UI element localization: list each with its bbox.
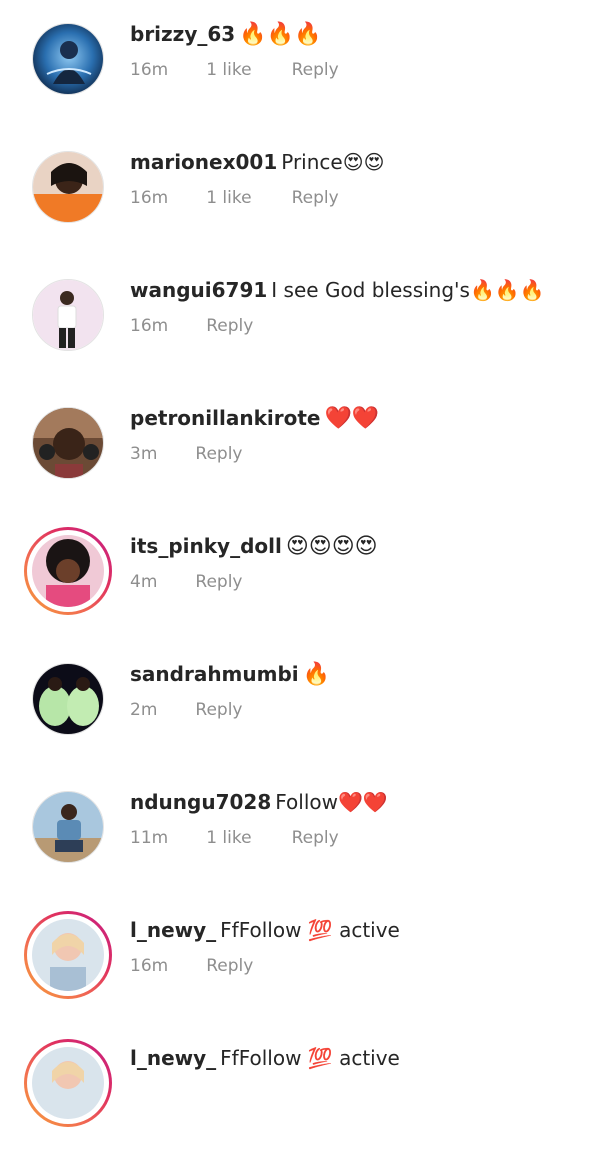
comment-text-line: l_newy_ FfFollow 💯 active — [130, 1044, 400, 1072]
comment-text-line: l_newy_ FfFollow 💯 active — [130, 916, 400, 944]
comment-item: l_newy_ FfFollow 💯 active 16m Reply — [0, 896, 601, 1024]
comment-item: ndungu7028 Follow❤️❤️ 11m 1 like Reply — [0, 768, 601, 896]
comment-username[interactable]: sandrahmumbi — [130, 662, 299, 686]
comment-username[interactable]: l_newy_ — [130, 918, 216, 942]
comment-likes[interactable]: 1 like — [206, 188, 251, 208]
comment-text-line: brizzy_63 🔥🔥🔥 — [130, 20, 321, 49]
comment-body: ❤️❤️ — [324, 406, 380, 431]
comment-username[interactable]: wangui6791 — [130, 278, 267, 302]
comment-time: 16m — [130, 316, 169, 336]
comment-text-line: its_pinky_doll 😍😍😍😍 — [130, 532, 378, 561]
comment-body: 😍😍😍😍 — [285, 534, 378, 559]
comment-likes[interactable]: 1 like — [206, 828, 251, 848]
comment-item: brizzy_63 🔥🔥🔥 16m 1 like Reply — [0, 0, 601, 128]
avatar[interactable] — [24, 911, 112, 999]
story-ring — [24, 527, 112, 615]
reply-button[interactable]: Reply — [292, 60, 339, 80]
reply-button[interactable]: Reply — [206, 956, 253, 976]
story-ring — [24, 1039, 112, 1127]
comment-meta: 16m Reply — [130, 316, 253, 336]
comment-username[interactable]: brizzy_63 — [130, 22, 235, 46]
comment-username[interactable]: ndungu7028 — [130, 790, 271, 814]
comment-body: Prince😍😍 — [281, 150, 385, 174]
comment-username[interactable]: petronillankirote — [130, 406, 320, 430]
avatar[interactable] — [32, 663, 104, 735]
comment-time: 3m — [130, 444, 158, 464]
comment-likes[interactable]: 1 like — [206, 60, 251, 80]
avatar[interactable] — [32, 23, 104, 95]
reply-button[interactable]: Reply — [195, 700, 242, 720]
comment-time: 16m — [130, 60, 169, 80]
comment-item: l_newy_ FfFollow 💯 active — [0, 1024, 601, 1152]
comment-username[interactable]: its_pinky_doll — [130, 534, 282, 558]
reply-button[interactable]: Reply — [195, 444, 242, 464]
comment-item: marionex001 Prince😍😍 16m 1 like Reply — [0, 128, 601, 256]
comment-body: I see God blessing's🔥🔥🔥 — [271, 278, 545, 302]
comment-item: wangui6791 I see God blessing's🔥🔥🔥 16m Rep… — [0, 256, 601, 384]
comment-meta: 16m 1 like Reply — [130, 188, 339, 208]
comment-body: FfFollow 💯 active — [220, 918, 400, 942]
avatar[interactable] — [32, 407, 104, 479]
reply-button[interactable]: Reply — [195, 572, 242, 592]
avatar[interactable] — [24, 527, 112, 615]
comment-text-line: wangui6791 I see God blessing's🔥🔥🔥 — [130, 276, 545, 304]
avatar[interactable] — [32, 151, 104, 223]
comment-username[interactable]: marionex001 — [130, 150, 277, 174]
comment-time: 4m — [130, 572, 158, 592]
comment-time: 11m — [130, 828, 169, 848]
comment-meta: 16m Reply — [130, 956, 253, 976]
comment-meta: 16m 1 like Reply — [130, 60, 339, 80]
comment-body: FfFollow 💯 active — [220, 1046, 400, 1070]
comment-time: 16m — [130, 956, 169, 976]
comment-time: 2m — [130, 700, 158, 720]
comment-meta: 3m Reply — [130, 444, 242, 464]
avatar[interactable] — [24, 1039, 112, 1127]
comment-item: its_pinky_doll 😍😍😍😍 4m Reply — [0, 512, 601, 640]
reply-button[interactable]: Reply — [292, 828, 339, 848]
comment-item: petronillankirote ❤️❤️ 3m Reply — [0, 384, 601, 512]
comment-body: Follow❤️❤️ — [275, 790, 388, 814]
comment-item: sandrahmumbi 🔥 2m Reply — [0, 640, 601, 768]
comment-meta: 4m Reply — [130, 572, 242, 592]
avatar[interactable] — [32, 279, 104, 351]
avatar[interactable] — [32, 791, 104, 863]
comment-time: 16m — [130, 188, 169, 208]
comment-text-line: sandrahmumbi 🔥 — [130, 660, 330, 689]
comment-body: 🔥🔥🔥 — [239, 22, 322, 47]
story-ring — [24, 911, 112, 999]
comment-text-line: petronillankirote ❤️❤️ — [130, 404, 379, 433]
reply-button[interactable]: Reply — [206, 316, 253, 336]
comment-text-line: marionex001 Prince😍😍 — [130, 148, 384, 176]
comment-username[interactable]: l_newy_ — [130, 1046, 216, 1070]
comment-meta: 2m Reply — [130, 700, 242, 720]
reply-button[interactable]: Reply — [292, 188, 339, 208]
comment-text-line: ndungu7028 Follow❤️❤️ — [130, 788, 388, 816]
comment-meta: 11m 1 like Reply — [130, 828, 339, 848]
comment-body: 🔥 — [302, 662, 331, 687]
